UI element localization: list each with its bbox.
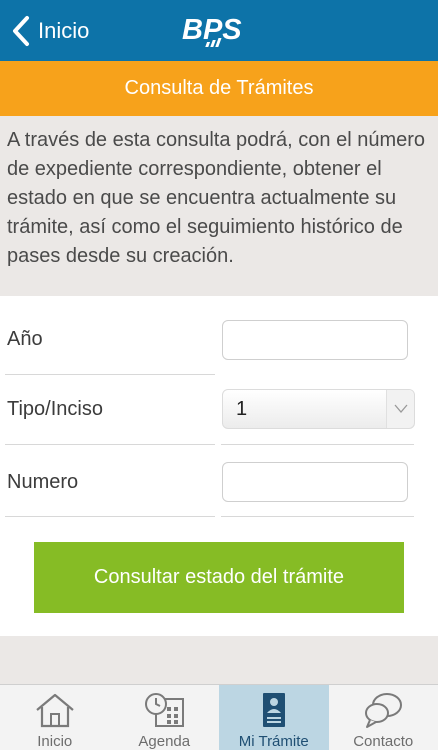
tab-contacto[interactable]: Contacto (329, 685, 438, 750)
chat-bubbles-icon (365, 693, 403, 728)
home-icon (36, 693, 74, 728)
number-row: Numero (0, 444, 438, 514)
back-label: Inicio (38, 18, 90, 43)
tab-mi-tramite[interactable]: Mi Trámite (219, 685, 329, 750)
document-user-icon (262, 693, 285, 727)
calendar-clock-icon (145, 693, 185, 727)
bps-logo: BPS (182, 14, 242, 47)
type-select-value: 1 (236, 397, 248, 420)
tab-agenda[interactable]: Agenda (110, 685, 220, 750)
number-input[interactable] (222, 462, 408, 502)
chevron-left-icon (13, 16, 29, 46)
chevron-down-icon (394, 404, 407, 413)
tab-label: Agenda (138, 733, 191, 750)
row-divider (5, 516, 215, 517)
section-title-bar: Consulta de Trámites (0, 61, 438, 116)
intro-text: A través de esta consulta podrá, con el … (0, 116, 438, 296)
row-divider (221, 516, 414, 517)
tab-label: Mi Trámite (238, 733, 309, 750)
type-label: Tipo/Inciso (7, 398, 103, 420)
tab-inicio[interactable]: Inicio (0, 685, 110, 750)
back-button[interactable]: Inicio (10, 13, 89, 49)
submit-button[interactable]: Consultar estado del trámite (34, 542, 404, 613)
number-label: Numero (7, 471, 79, 493)
section-title: Consulta de Trámites (124, 77, 314, 99)
year-label: Año (7, 328, 43, 350)
tab-label: Contacto (353, 733, 414, 750)
select-arrow (386, 390, 414, 428)
year-row: Año (0, 296, 438, 366)
type-select[interactable]: 1 (222, 389, 415, 429)
svg-text:BPS: BPS (182, 14, 242, 46)
query-form: Año Tipo/Inciso 1 Numero Consultar estad… (0, 296, 438, 636)
top-bar: Inicio BPS (0, 0, 438, 61)
tab-label: Inicio (37, 733, 73, 750)
year-input[interactable] (222, 320, 408, 360)
type-row: Tipo/Inciso 1 (0, 374, 438, 444)
tab-bar: Inicio Agenda Mi Trámite Contacto (0, 684, 438, 750)
